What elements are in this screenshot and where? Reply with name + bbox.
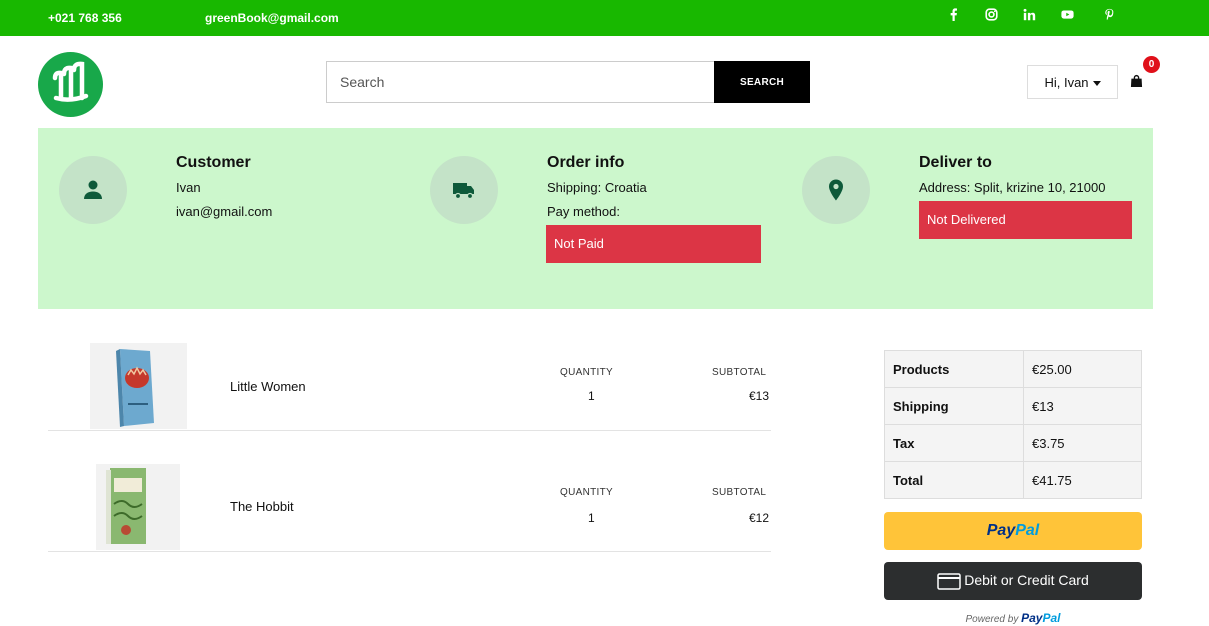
item-divider (48, 551, 771, 552)
product-name[interactable]: The Hobbit (230, 499, 294, 514)
instagram-icon[interactable] (982, 8, 1000, 26)
delivery-address: Address: Split, krizine 10, 21000 (919, 180, 1106, 195)
powered-by-paypal: Powered by PayPal (884, 611, 1142, 625)
truck-icon (453, 183, 474, 200)
subtotal-label: SUBTOTAL (712, 487, 767, 498)
quantity-value: 1 (588, 389, 595, 403)
product-image-little-women[interactable] (90, 343, 187, 429)
summary-label: Tax (884, 424, 1024, 462)
summary-label: Shipping (884, 387, 1024, 425)
powered-by-label: Powered by (965, 614, 1019, 625)
summary-row: Tax €3.75 (884, 424, 1142, 462)
search-input[interactable] (326, 61, 715, 103)
customer-title: Customer (176, 154, 251, 171)
cart-count-badge: 0 (1143, 56, 1160, 73)
subtotal-value: €12 (749, 511, 770, 525)
deliver-to-title: Deliver to (919, 154, 992, 171)
pay-method: Pay method: (547, 204, 620, 219)
summary-value: €13 (1023, 387, 1142, 425)
user-menu-button[interactable]: Hi, Ivan (1027, 65, 1118, 99)
shipping-country: Shipping: Croatia (547, 180, 647, 195)
subtotal-value: €13 (749, 389, 770, 403)
summary-row: Products €25.00 (884, 350, 1142, 388)
summary-label: Products (884, 350, 1024, 388)
top-bar: +021 768 356 greenBook@gmail.com (0, 0, 1209, 36)
summary-value: €25.00 (1023, 350, 1142, 388)
linkedin-icon[interactable] (1020, 8, 1038, 26)
shopping-bag-icon[interactable] (1130, 74, 1143, 87)
facebook-icon[interactable] (944, 8, 962, 26)
order-summary-table: Products €25.00 Shipping €13 Tax €3.75 Tota… (884, 350, 1142, 499)
product-image-the-hobbit[interactable] (96, 464, 180, 550)
delivery-status-badge: Not Delivered (919, 201, 1132, 239)
delivery-icon-circle (802, 156, 870, 224)
debit-credit-card-button[interactable]: Debit or Credit Card (884, 562, 1142, 600)
subtotal-label: SUBTOTAL (712, 367, 767, 378)
summary-value: €3.75 (1023, 424, 1142, 462)
product-name[interactable]: Little Women (230, 379, 306, 394)
paypal-button[interactable]: PayPal (884, 512, 1142, 550)
contact-email[interactable]: greenBook@gmail.com (205, 11, 339, 25)
summary-row: Total €41.75 (884, 461, 1142, 499)
item-divider (48, 430, 771, 431)
order-info-title: Order info (547, 154, 625, 171)
order-icon-circle (430, 156, 498, 224)
map-pin-icon (829, 179, 843, 201)
logo[interactable] (38, 52, 103, 117)
search-button[interactable]: SEARCH (714, 61, 810, 103)
credit-card-icon (937, 573, 961, 590)
paypal-logo-part2: Pal (1015, 522, 1040, 539)
pinterest-icon[interactable] (1100, 8, 1118, 26)
customer-name: Ivan (176, 180, 201, 195)
summary-label: Total (884, 461, 1024, 499)
phone-number: +021 768 356 (48, 11, 122, 25)
user-icon (84, 180, 102, 199)
caret-down-icon (1092, 80, 1101, 86)
customer-icon-circle (59, 156, 127, 224)
paypal-logo-part2: Pal (1042, 611, 1061, 625)
youtube-icon[interactable] (1058, 8, 1076, 26)
quantity-label: QUANTITY (560, 367, 613, 378)
payment-status-badge: Not Paid (546, 225, 761, 263)
summary-value: €41.75 (1023, 461, 1142, 499)
paypal-logo-part1: Pay (986, 522, 1016, 539)
user-menu-label: Hi, Ivan (1044, 74, 1089, 90)
customer-email: ivan@gmail.com (176, 204, 273, 219)
summary-row: Shipping €13 (884, 387, 1142, 425)
quantity-value: 1 (588, 511, 595, 525)
card-button-label: Debit or Credit Card (964, 572, 1089, 589)
quantity-label: QUANTITY (560, 487, 613, 498)
paypal-logo-part1: Pay (1021, 611, 1043, 625)
